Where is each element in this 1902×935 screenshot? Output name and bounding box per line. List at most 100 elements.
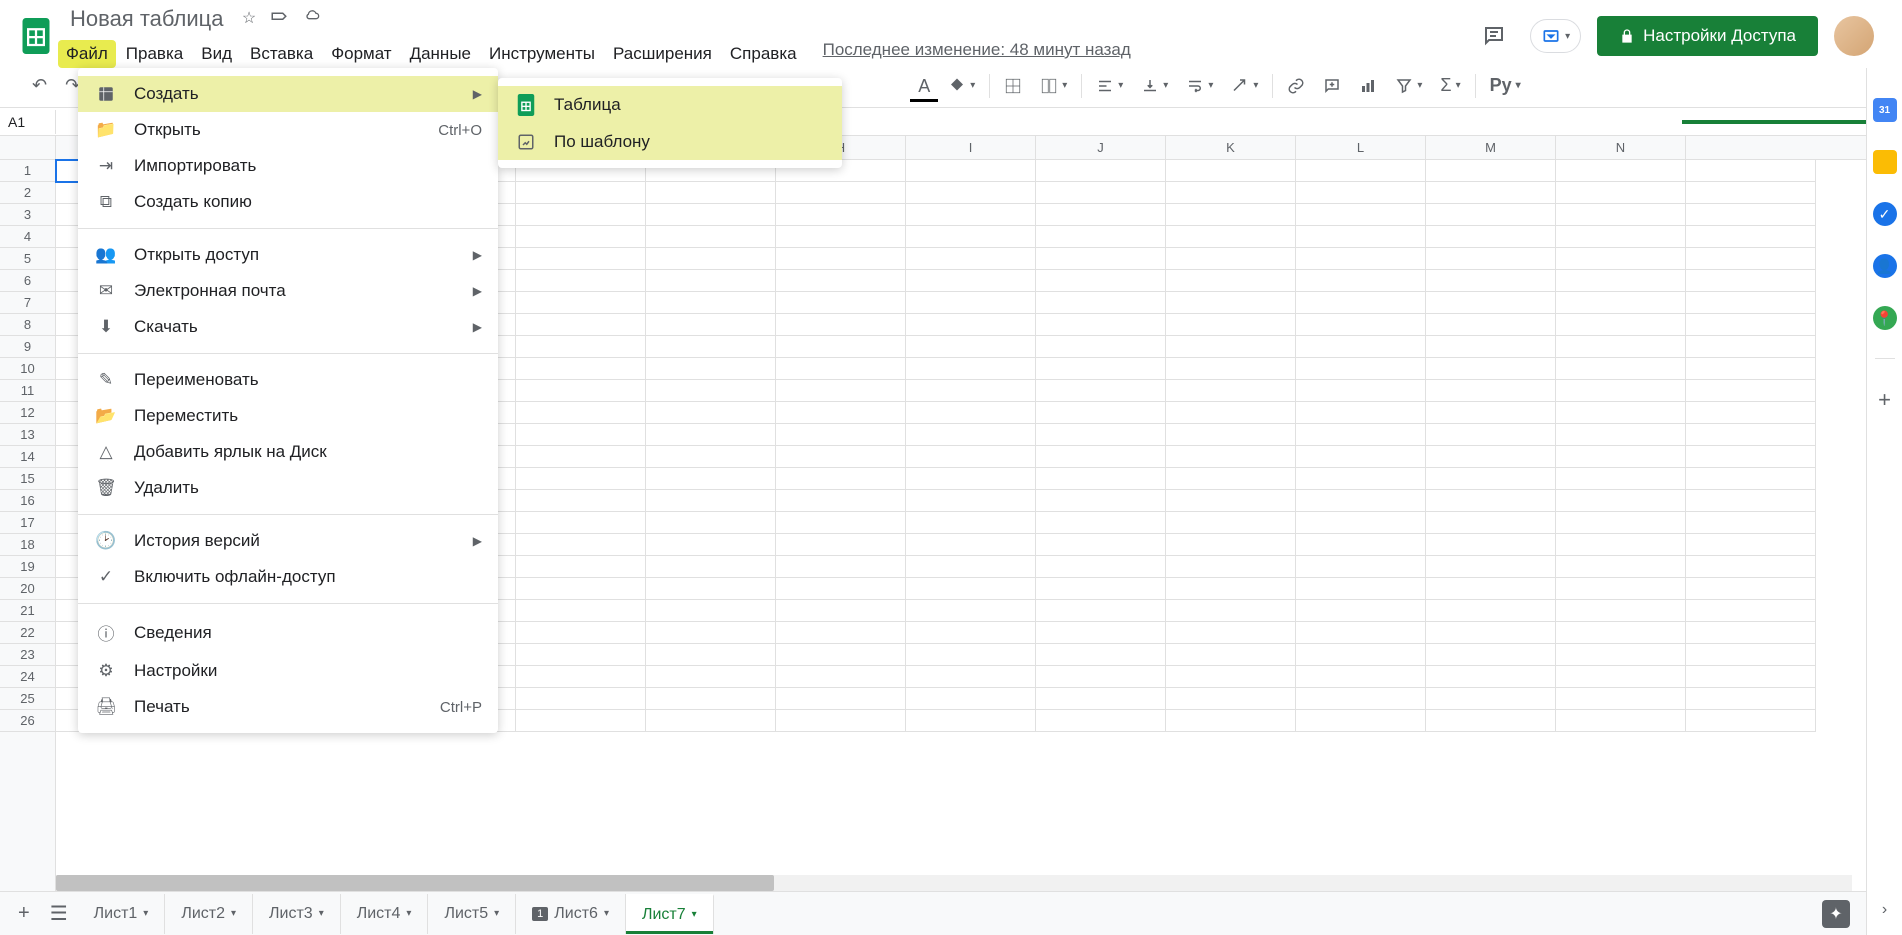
cell[interactable] (1686, 424, 1816, 446)
cell[interactable] (776, 424, 906, 446)
cell[interactable] (1036, 468, 1166, 490)
cell[interactable] (1556, 468, 1686, 490)
cell[interactable] (1166, 380, 1296, 402)
cell[interactable] (646, 600, 776, 622)
col-header[interactable]: J (1036, 136, 1166, 159)
cell[interactable] (516, 204, 646, 226)
cell[interactable] (1426, 600, 1556, 622)
cell[interactable] (1426, 292, 1556, 314)
row-header[interactable]: 12 (0, 402, 55, 424)
cell[interactable] (906, 204, 1036, 226)
user-avatar[interactable] (1834, 16, 1874, 56)
cell[interactable] (1166, 204, 1296, 226)
row-header[interactable]: 11 (0, 380, 55, 402)
cell[interactable] (1686, 226, 1816, 248)
cell[interactable] (906, 534, 1036, 556)
row-header[interactable]: 5 (0, 248, 55, 270)
cell[interactable] (1556, 666, 1686, 688)
row-header[interactable]: 26 (0, 710, 55, 732)
cell[interactable] (1556, 226, 1686, 248)
cell[interactable] (1296, 204, 1426, 226)
cell[interactable] (1166, 248, 1296, 270)
cell[interactable] (1426, 160, 1556, 182)
cell[interactable] (1296, 160, 1426, 182)
cell[interactable] (1036, 248, 1166, 270)
last-edit-link[interactable]: Последнее изменение: 48 минут назад (823, 40, 1131, 68)
fm-open[interactable]: 📁ОткрытьCtrl+O (78, 112, 498, 148)
cell[interactable] (1556, 600, 1686, 622)
cell[interactable] (1556, 248, 1686, 270)
cell[interactable] (1556, 446, 1686, 468)
cell[interactable] (776, 490, 906, 512)
cell[interactable] (516, 600, 646, 622)
menu-format[interactable]: Формат (323, 40, 399, 68)
cell[interactable] (1686, 292, 1816, 314)
cell[interactable] (1556, 710, 1686, 732)
cell[interactable] (1296, 666, 1426, 688)
row-header[interactable]: 1 (0, 160, 55, 182)
menu-edit[interactable]: Правка (118, 40, 191, 68)
row-header[interactable]: 14 (0, 446, 55, 468)
cloud-icon[interactable] (302, 8, 322, 31)
cell[interactable] (516, 666, 646, 688)
cell[interactable] (516, 556, 646, 578)
cell[interactable] (516, 424, 646, 446)
col-header[interactable]: M (1426, 136, 1556, 159)
cell[interactable] (646, 578, 776, 600)
cell[interactable] (776, 314, 906, 336)
valign-button[interactable] (1133, 71, 1176, 101)
cell[interactable] (646, 446, 776, 468)
cell[interactable] (1686, 204, 1816, 226)
cell[interactable] (776, 402, 906, 424)
cell-reference[interactable]: A1 (0, 110, 56, 134)
menu-extensions[interactable]: Расширения (605, 40, 720, 68)
cell[interactable] (646, 314, 776, 336)
cell[interactable] (516, 688, 646, 710)
cell[interactable] (776, 556, 906, 578)
cell[interactable] (516, 578, 646, 600)
cell[interactable] (1036, 556, 1166, 578)
link-button[interactable] (1279, 71, 1313, 101)
cell[interactable] (1166, 578, 1296, 600)
row-header[interactable]: 24 (0, 666, 55, 688)
fm-copy[interactable]: ⧉Создать копию (78, 184, 498, 220)
cell[interactable] (1686, 358, 1816, 380)
cell[interactable] (1166, 270, 1296, 292)
cell[interactable] (1036, 336, 1166, 358)
cell[interactable] (1556, 358, 1686, 380)
cell[interactable] (906, 446, 1036, 468)
cell[interactable] (1426, 314, 1556, 336)
cell[interactable] (516, 270, 646, 292)
cell[interactable] (646, 336, 776, 358)
cell[interactable] (1036, 666, 1166, 688)
cell[interactable] (1426, 226, 1556, 248)
cell[interactable] (1426, 358, 1556, 380)
menu-file[interactable]: Файл (58, 40, 116, 68)
cell[interactable] (906, 314, 1036, 336)
cell[interactable] (1036, 380, 1166, 402)
cell[interactable] (646, 292, 776, 314)
cell[interactable] (1036, 270, 1166, 292)
cell[interactable] (1296, 292, 1426, 314)
cell[interactable] (776, 666, 906, 688)
cell[interactable] (1296, 622, 1426, 644)
cell[interactable] (1686, 578, 1816, 600)
fm-details[interactable]: ⓘСведения (78, 612, 498, 653)
cell[interactable] (1426, 204, 1556, 226)
cell[interactable] (906, 556, 1036, 578)
cell[interactable] (1426, 578, 1556, 600)
cell[interactable] (516, 468, 646, 490)
cell[interactable] (1166, 402, 1296, 424)
cell[interactable] (1686, 336, 1816, 358)
row-header[interactable]: 15 (0, 468, 55, 490)
py-button[interactable]: Py (1482, 69, 1529, 102)
cell[interactable] (1686, 644, 1816, 666)
cell[interactable] (1036, 578, 1166, 600)
row-header[interactable]: 17 (0, 512, 55, 534)
cell[interactable] (1166, 556, 1296, 578)
cell[interactable] (1296, 644, 1426, 666)
cell[interactable] (1166, 666, 1296, 688)
cell[interactable] (1166, 182, 1296, 204)
cell[interactable] (646, 468, 776, 490)
row-header[interactable]: 13 (0, 424, 55, 446)
